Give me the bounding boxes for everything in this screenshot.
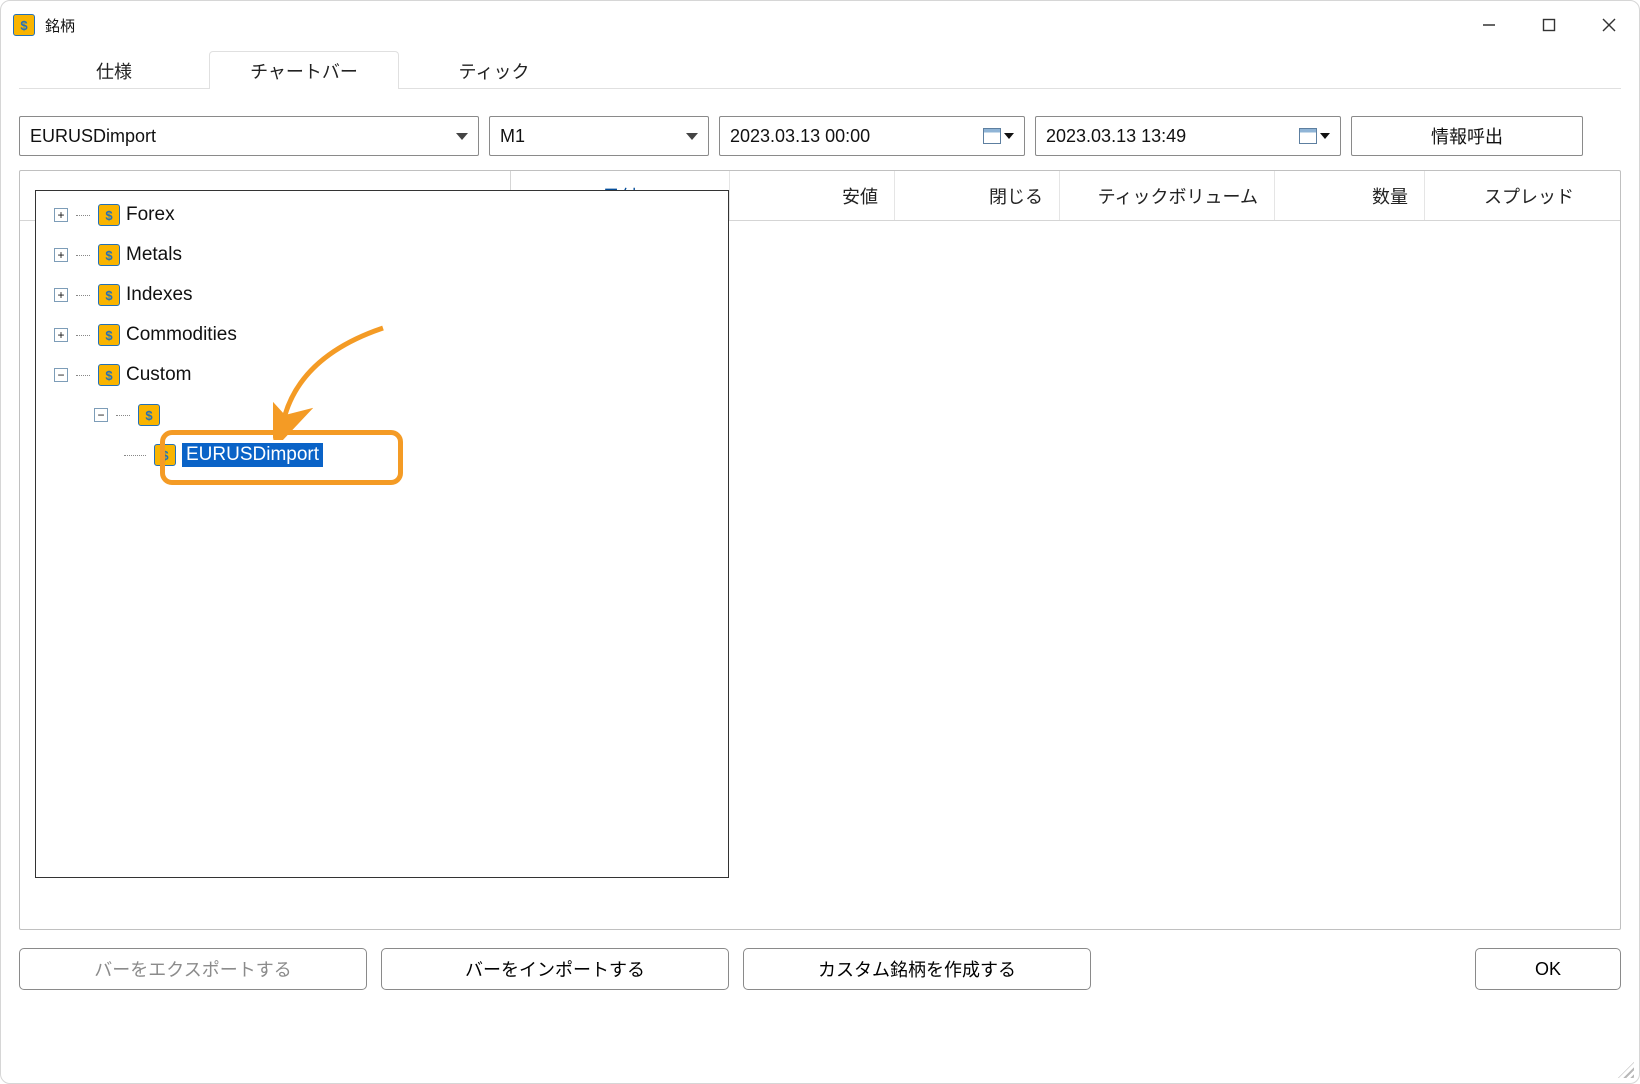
th-tickvol[interactable]: ティックボリューム: [1060, 171, 1275, 220]
tab-tick[interactable]: ティック: [399, 51, 589, 89]
folder-icon: $: [98, 324, 120, 346]
tree-item-commodities[interactable]: $ Commodities: [42, 315, 722, 355]
collapse-icon[interactable]: [54, 368, 68, 382]
symbol-icon: $: [154, 444, 176, 466]
chevron-down-icon: [686, 133, 698, 140]
tree-item-forex[interactable]: $ Forex: [42, 195, 722, 235]
th-volume[interactable]: 数量: [1275, 171, 1425, 220]
maximize-button[interactable]: [1519, 7, 1579, 43]
calendar-icon[interactable]: [1299, 128, 1330, 144]
th-spread[interactable]: スプレッド: [1425, 171, 1590, 220]
export-bars-button[interactable]: バーをエクスポートする: [19, 948, 367, 990]
folder-icon: $: [98, 364, 120, 386]
calendar-icon[interactable]: [983, 128, 1014, 144]
expand-icon[interactable]: [54, 288, 68, 302]
title-bar: $ 銘柄: [1, 1, 1639, 49]
resize-grip-icon[interactable]: [1616, 1060, 1634, 1078]
tree-item-custom-sub[interactable]: $: [82, 395, 722, 435]
app-icon: $: [13, 14, 35, 36]
timeframe-value: M1: [500, 126, 525, 147]
toolbar: EURUSDimport M1 2023.03.13 00:00 2023.03…: [19, 116, 1621, 156]
symbol-combo-value: EURUSDimport: [30, 126, 156, 147]
collapse-icon[interactable]: [94, 408, 108, 422]
symbol-tree-dropdown[interactable]: $ Forex $ Metals $ Indexes $ Commodities…: [35, 190, 729, 878]
chevron-down-icon: [456, 133, 468, 140]
close-button[interactable]: [1579, 7, 1639, 43]
create-custom-symbol-button[interactable]: カスタム銘柄を作成する: [743, 948, 1091, 990]
minimize-button[interactable]: [1459, 7, 1519, 43]
window-title: 銘柄: [45, 15, 75, 36]
expand-icon[interactable]: [54, 248, 68, 262]
tree-item-indexes[interactable]: $ Indexes: [42, 275, 722, 315]
timeframe-combo[interactable]: M1: [489, 116, 709, 156]
import-bars-button[interactable]: バーをインポートする: [381, 948, 729, 990]
date-from-value: 2023.03.13 00:00: [730, 126, 870, 147]
date-to-field[interactable]: 2023.03.13 13:49: [1035, 116, 1341, 156]
folder-icon: $: [138, 404, 160, 426]
tabs: 仕様 チャートバー ティック: [19, 49, 1621, 89]
symbols-window: $ 銘柄 仕様 チャートバー ティック EURUSDimport M1: [0, 0, 1640, 1084]
expand-icon[interactable]: [54, 208, 68, 222]
tab-spec[interactable]: 仕様: [19, 51, 209, 89]
bottom-buttons: バーをエクスポートする バーをインポートする カスタム銘柄を作成する OK: [19, 930, 1621, 1000]
th-low[interactable]: 安値: [730, 171, 895, 220]
date-to-value: 2023.03.13 13:49: [1046, 126, 1186, 147]
symbol-combo[interactable]: EURUSDimport: [19, 116, 479, 156]
tree-item-eurusdimport[interactable]: $ EURUSDimport: [122, 435, 722, 475]
window-controls: [1459, 7, 1639, 43]
folder-icon: $: [98, 204, 120, 226]
symbol-tree: $ Forex $ Metals $ Indexes $ Commodities…: [36, 191, 728, 479]
request-button-label: 情報呼出: [1431, 123, 1503, 149]
th-close[interactable]: 閉じる: [895, 171, 1060, 220]
request-button[interactable]: 情報呼出: [1351, 116, 1583, 156]
date-from-field[interactable]: 2023.03.13 00:00: [719, 116, 1025, 156]
ok-button[interactable]: OK: [1475, 948, 1621, 990]
tree-item-custom[interactable]: $ Custom: [42, 355, 722, 395]
tab-chart-bar[interactable]: チャートバー: [209, 51, 399, 89]
tree-item-metals[interactable]: $ Metals: [42, 235, 722, 275]
folder-icon: $: [98, 284, 120, 306]
expand-icon[interactable]: [54, 328, 68, 342]
folder-icon: $: [98, 244, 120, 266]
